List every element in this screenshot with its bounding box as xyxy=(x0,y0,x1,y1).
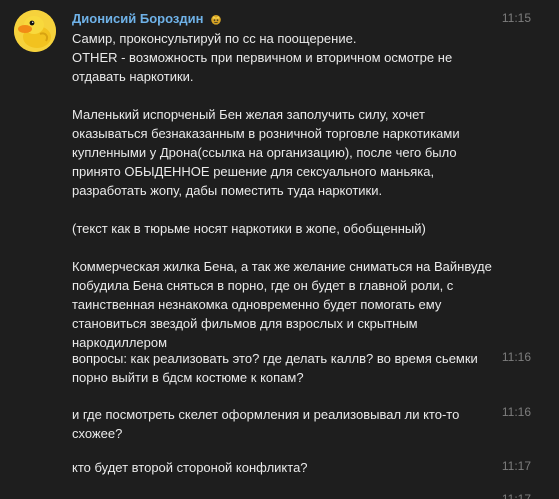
message-time: 11:17 xyxy=(501,492,531,499)
message-text: вопросы: как реализовать это? где делать… xyxy=(72,351,478,385)
message-time: 11:17 xyxy=(501,459,531,473)
chat-history: Дионисий Бороздин Самир, проконсультируй… xyxy=(0,0,559,499)
message-text: кто будет второй стороной конфликта? xyxy=(72,460,308,475)
message-time: 11:16 xyxy=(501,405,531,419)
message-time: 11:16 xyxy=(501,350,531,364)
crown-icon xyxy=(210,13,222,26)
message-text: Самир, проконсультируй по сс на поощерен… xyxy=(72,31,492,350)
duck-avatar-icon[interactable] xyxy=(14,10,56,52)
message-text: и где посмотреть скелет оформления и реа… xyxy=(72,407,460,441)
message-time: 11:15 xyxy=(501,11,531,25)
message-header: Дионисий Бороздин xyxy=(72,11,222,27)
sender-name[interactable]: Дионисий Бороздин xyxy=(72,11,203,27)
